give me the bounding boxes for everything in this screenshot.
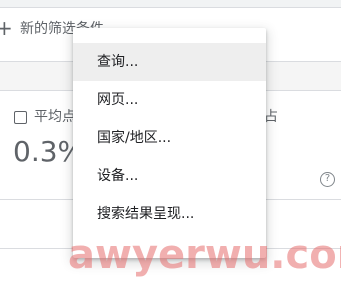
menu-item-country[interactable]: 国家/地区... — [73, 119, 266, 157]
menu-item-page[interactable]: 网页... — [73, 81, 266, 119]
metric-checkbox[interactable] — [14, 111, 27, 124]
page: + 新的筛选条件 平均点 占 0.3% ? 查询... 网页... 国家/地区.… — [0, 0, 341, 287]
plus-icon[interactable]: + — [0, 18, 13, 38]
menu-item-search-appearance[interactable]: 搜索结果呈现... — [73, 195, 266, 233]
metric-label-right: 占 — [264, 109, 278, 125]
metric-label: 平均点 — [34, 109, 76, 125]
help-icon[interactable]: ? — [320, 172, 335, 187]
menu-item-query[interactable]: 查询... — [73, 43, 266, 81]
top-strip — [0, 0, 341, 8]
menu-item-device[interactable]: 设备... — [73, 157, 266, 195]
filter-type-menu: 查询... 网页... 国家/地区... 设备... 搜索结果呈现... — [73, 28, 266, 258]
